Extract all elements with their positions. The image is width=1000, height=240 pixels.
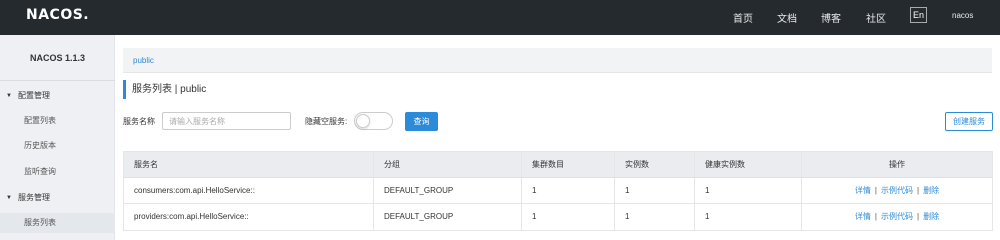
sample-code-link[interactable]: 示例代码 [881,212,913,221]
column-header: 服务名 [124,152,374,177]
nav-blog[interactable]: 博客 [821,10,841,25]
cluster-count-cell: 1 [522,178,615,203]
sidebar-group-label: 服务管理 [18,193,50,202]
sample-code-link[interactable]: 示例代码 [881,186,913,195]
service-table: 服务名 分组 集群数目 实例数 健康实例数 操作 consumers:com.a… [123,151,993,231]
group-cell: DEFAULT_GROUP [374,178,522,203]
service-name-cell: providers:com.api.HelloService:: [124,204,374,230]
nacos-logo[interactable]: NACOS. [26,7,89,23]
operations-cell: 详情 | 示例代码 | 删除 [802,178,992,203]
sidebar-item-listener-query[interactable]: 监听查询 [0,162,115,182]
sidebar-item-label: 配置列表 [24,116,56,125]
sidebar-group-label: 配置管理 [18,91,50,100]
column-header: 分组 [374,152,522,177]
namespace-link[interactable]: public [133,56,154,65]
hide-empty-label: 隐藏空服务: [305,117,348,126]
detail-link[interactable]: 详情 [855,186,871,195]
language-toggle-button[interactable]: En [910,7,927,23]
column-header: 集群数目 [522,152,615,177]
separator: | [874,186,877,195]
service-name-input[interactable] [162,112,291,130]
nav-home[interactable]: 首页 [733,10,753,25]
page-title: 服务列表 | public [123,80,206,99]
caret-down-icon: ▼ [6,195,12,201]
service-name-cell: consumers:com.api.HelloService:: [124,178,374,203]
sidebar-item-service-list[interactable]: 服务列表 [0,213,115,233]
table-header: 服务名 分组 集群数目 实例数 健康实例数 操作 [124,152,992,178]
delete-link[interactable]: 删除 [923,186,939,195]
column-header: 实例数 [615,152,695,177]
operations-cell: 详情 | 示例代码 | 删除 [802,204,992,230]
healthy-count-cell: 1 [695,204,802,230]
hide-empty-switch[interactable] [354,112,393,130]
namespace-bar: public [123,48,992,73]
nav-docs[interactable]: 文档 [777,10,797,25]
sidebar-item-label: 服务列表 [24,218,56,227]
sidebar-item-label: 监听查询 [24,167,56,176]
sidebar-group-service[interactable]: ▼ 服务管理 [0,188,115,208]
sidebar-item-label: 历史版本 [24,141,56,150]
group-cell: DEFAULT_GROUP [374,204,522,230]
column-header: 操作 [889,160,905,169]
user-name[interactable]: nacos [952,11,973,20]
sidebar: NACOS 1.1.3 ▼ 配置管理 配置列表 历史版本 监听查询 ▼ 服务管理… [0,35,115,240]
cluster-count-cell: 1 [522,204,615,230]
switch-knob [356,114,370,128]
sidebar-title: NACOS 1.1.3 [0,43,115,81]
delete-link[interactable]: 删除 [923,212,939,221]
sidebar-item-history[interactable]: 历史版本 [0,136,115,156]
query-button[interactable]: 查询 [405,112,438,131]
instance-count-cell: 1 [615,204,695,230]
separator: | [874,212,877,221]
table-row: consumers:com.api.HelloService:: DEFAULT… [124,178,992,204]
separator: | [917,212,920,221]
healthy-count-cell: 1 [695,178,802,203]
detail-link[interactable]: 详情 [855,212,871,221]
create-service-button[interactable]: 创建服务 [945,112,993,131]
column-header: 健康实例数 [695,152,802,177]
sidebar-item-config-list[interactable]: 配置列表 [0,111,115,131]
caret-down-icon: ▼ [6,93,12,99]
nav-community[interactable]: 社区 [866,10,886,25]
separator: | [917,186,920,195]
service-name-label: 服务名称 [123,117,155,126]
table-row: providers:com.api.HelloService:: DEFAULT… [124,204,992,230]
top-navbar: NACOS. 首页 文档 博客 社区 En nacos [0,0,1000,35]
sidebar-group-config[interactable]: ▼ 配置管理 [0,86,115,106]
instance-count-cell: 1 [615,178,695,203]
